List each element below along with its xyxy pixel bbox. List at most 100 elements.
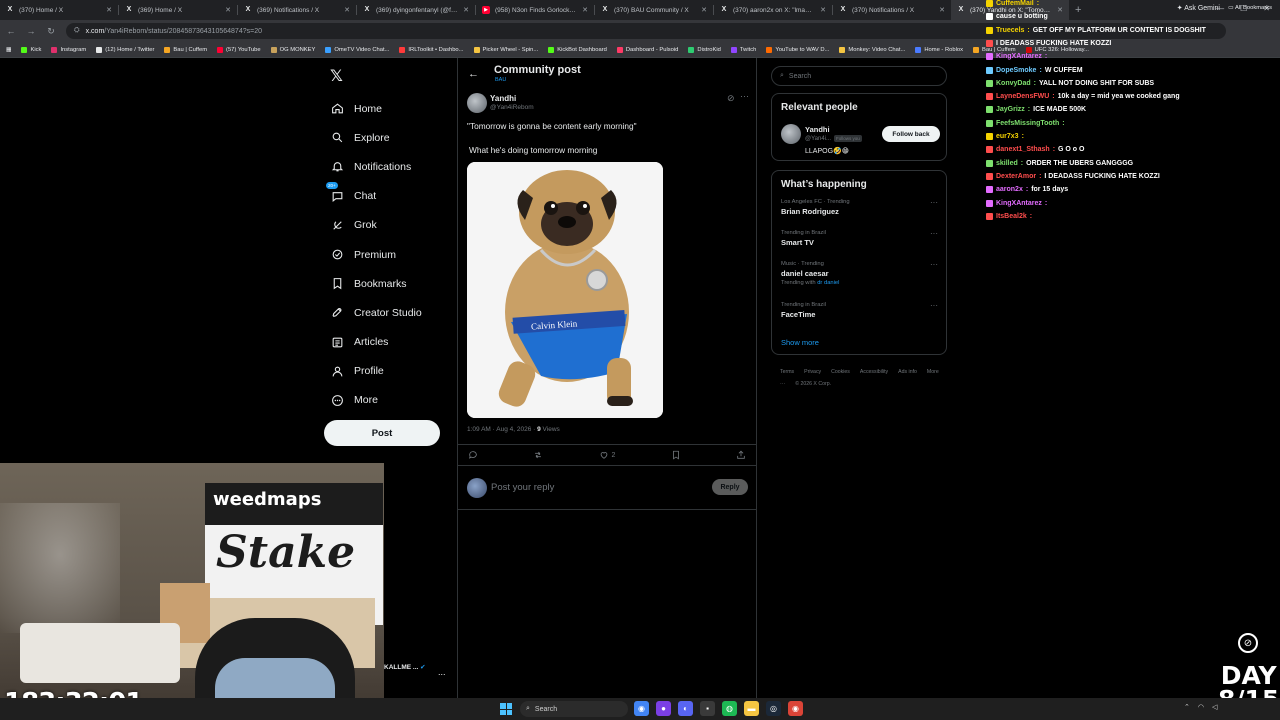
tray-chevron-icon[interactable]: ⌃ (1184, 703, 1190, 711)
search-input[interactable]: ⌕ Search (771, 66, 947, 86)
trend-item[interactable]: Trending in Brazil FaceTime ··· (772, 299, 946, 330)
more-options-icon[interactable]: ··· (930, 198, 938, 207)
file-explorer-icon[interactable]: ▬ (744, 701, 759, 716)
chat-username[interactable]: aaron2x (996, 186, 1023, 193)
kall-account-row[interactable]: KALLME ... ✔ (384, 663, 426, 671)
author-handle[interactable]: @Yan4iRebom (490, 104, 534, 111)
footer-link[interactable]: Ads info (898, 369, 917, 375)
show-more-link[interactable]: Show more (772, 330, 946, 357)
nav-item-bookmarks[interactable]: Bookmarks (330, 269, 422, 298)
chat-username[interactable]: JayGrizz (996, 106, 1025, 113)
reply-action[interactable] (468, 450, 478, 460)
close-tab-icon[interactable]: ✕ (463, 6, 469, 14)
grok-corner-icon[interactable]: ⊘ (1238, 633, 1258, 653)
chrome-alt-icon[interactable]: ◉ (788, 701, 803, 716)
footer-link[interactable]: Terms (780, 369, 794, 375)
new-tab-icon[interactable]: + (1075, 4, 1081, 16)
bookmark-item[interactable]: Twitch (730, 46, 756, 53)
footer-link[interactable]: © 2026 X Corp. (795, 381, 831, 387)
person-avatar[interactable] (781, 124, 801, 144)
bookmark-item[interactable]: UFC 326: Holloway... (1025, 46, 1089, 53)
all-bookmarks-button[interactable]: ▭ All Bookmarks (1228, 5, 1272, 11)
community-name[interactable]: BAU (495, 77, 506, 83)
close-tab-icon[interactable]: ✕ (582, 6, 588, 14)
chat-username[interactable]: CuffemMail (996, 0, 1034, 7)
wifi-icon[interactable]: ◠ (1198, 703, 1204, 711)
nav-item-home[interactable]: Home (330, 94, 422, 123)
chat-username[interactable]: skilled (996, 160, 1018, 167)
close-tab-icon[interactable]: ✕ (939, 6, 945, 14)
reply-button[interactable]: Reply (712, 479, 748, 495)
footer-link[interactable]: Cookies (831, 369, 850, 375)
chat-username[interactable]: DopeSmoke (996, 67, 1036, 74)
forward-arrow-icon[interactable]: → (26, 26, 36, 36)
close-tab-icon[interactable]: ✕ (225, 6, 231, 14)
bookmark-item[interactable]: IRLToolkit • Dashbo... (399, 46, 464, 53)
back-arrow-icon[interactable]: ← (6, 26, 16, 36)
bookmark-item[interactable]: OmeTV Video Chat... (325, 46, 389, 53)
nav-item-notifications[interactable]: Notifications (330, 152, 422, 181)
browser-tab[interactable]: ▶ (958) N3on Finds Gorlock Love ✕ (476, 0, 594, 20)
bookmark-item[interactable]: Dashboard - Pulsoid (616, 46, 678, 53)
bookmark-item[interactable]: KickBot Dashboard (548, 46, 607, 53)
account-more-icon[interactable]: ... (438, 667, 446, 677)
taskbar-search[interactable]: ⌕ Search (520, 701, 628, 717)
trend-item[interactable]: Trending in Brazil Smart TV ··· (772, 227, 946, 258)
apps-grid-icon[interactable]: ▦ (6, 47, 11, 53)
browser-tab[interactable]: X (370) aaron2x on X: "lmao , nig ✕ (714, 0, 832, 20)
nav-item-grok[interactable]: Grok (330, 211, 422, 240)
post-timestamp[interactable]: 1:09 AM · Aug 4, 2026 · (467, 426, 537, 433)
close-tab-icon[interactable]: ✕ (701, 6, 707, 14)
close-tab-icon[interactable]: ✕ (106, 6, 112, 14)
author-name[interactable]: Yandhi (490, 94, 516, 103)
windows-start-icon[interactable] (500, 703, 512, 715)
bookmark-item[interactable]: DistroKid (688, 46, 721, 53)
nav-item-chat[interactable]: 20+ Chat (326, 182, 422, 211)
grok-icon[interactable]: ⊘ (727, 93, 735, 104)
chat-username[interactable]: DexterAmor (996, 173, 1036, 180)
post-button[interactable]: Post (324, 420, 440, 446)
share-action[interactable] (736, 450, 746, 460)
close-tab-icon[interactable]: ✕ (1057, 6, 1063, 14)
volume-icon[interactable]: ◁ (1212, 703, 1217, 711)
nav-item-premium[interactable]: Premium (330, 240, 422, 269)
chat-username[interactable]: KingXAntarez (996, 200, 1042, 207)
chat-username[interactable]: KingXAntarez (996, 53, 1042, 60)
chat-username[interactable]: LayneDensFWU (996, 93, 1049, 100)
bookmark-item[interactable]: Home - Roblox (915, 46, 963, 53)
like-action[interactable]: 2 (599, 450, 615, 460)
browser-tab[interactable]: X (369) Home / X ✕ (119, 0, 237, 20)
more-options-icon[interactable]: ··· (930, 229, 938, 238)
browser-tab[interactable]: X (370) Notifications / X ✕ (833, 0, 951, 20)
chat-username[interactable]: eur7x3 (996, 133, 1019, 140)
nav-item-explore[interactable]: Explore (330, 123, 422, 152)
footer-link[interactable]: Privacy (804, 369, 821, 375)
bookmark-item[interactable]: Bau | Cuffem (164, 46, 207, 53)
nav-item-creator-studio[interactable]: Creator Studio (330, 298, 422, 327)
chat-username[interactable]: FeefsMissingTooth (996, 120, 1059, 127)
bookmark-item[interactable]: (12) Home / Twitter (96, 46, 154, 53)
follow-back-button[interactable]: Follow back (882, 126, 940, 142)
author-avatar[interactable] (467, 93, 487, 113)
chat-username[interactable]: KonvyDad (996, 80, 1031, 87)
app-icon[interactable]: ▪ (700, 701, 715, 716)
person-handle[interactable]: @Yan4i... (805, 136, 831, 142)
ask-gemini-button[interactable]: ✦ Ask Gemini (1177, 4, 1220, 12)
bookmark-item[interactable]: Bau | Cuffem (973, 46, 1016, 53)
browser-tab[interactable]: X (370) BAU Community / X ✕ (595, 0, 713, 20)
nav-item-more[interactable]: More (330, 386, 422, 415)
minimize-icon[interactable]: — (1216, 4, 1224, 13)
browser-tab[interactable]: X (369) dyingonfentanyl (@fenta ✕ (357, 0, 475, 20)
browser-tab[interactable]: X (370) Home / X ✕ (0, 0, 118, 20)
nav-item-profile[interactable]: Profile (330, 357, 422, 386)
more-options-icon[interactable]: ··· (930, 260, 938, 269)
more-options-icon[interactable]: ··· (740, 91, 749, 101)
bookmark-item[interactable]: Instagram (51, 46, 86, 53)
site-info-icon[interactable]: ⛭ (74, 27, 80, 35)
reload-icon[interactable]: ↻ (46, 26, 56, 37)
repost-action[interactable] (533, 450, 543, 460)
browser-tab[interactable]: X (369) Notifications / X ✕ (238, 0, 356, 20)
nav-item-articles[interactable]: Articles (330, 328, 422, 357)
bookmark-action[interactable] (671, 450, 681, 460)
steam-icon[interactable]: ◎ (766, 701, 781, 716)
